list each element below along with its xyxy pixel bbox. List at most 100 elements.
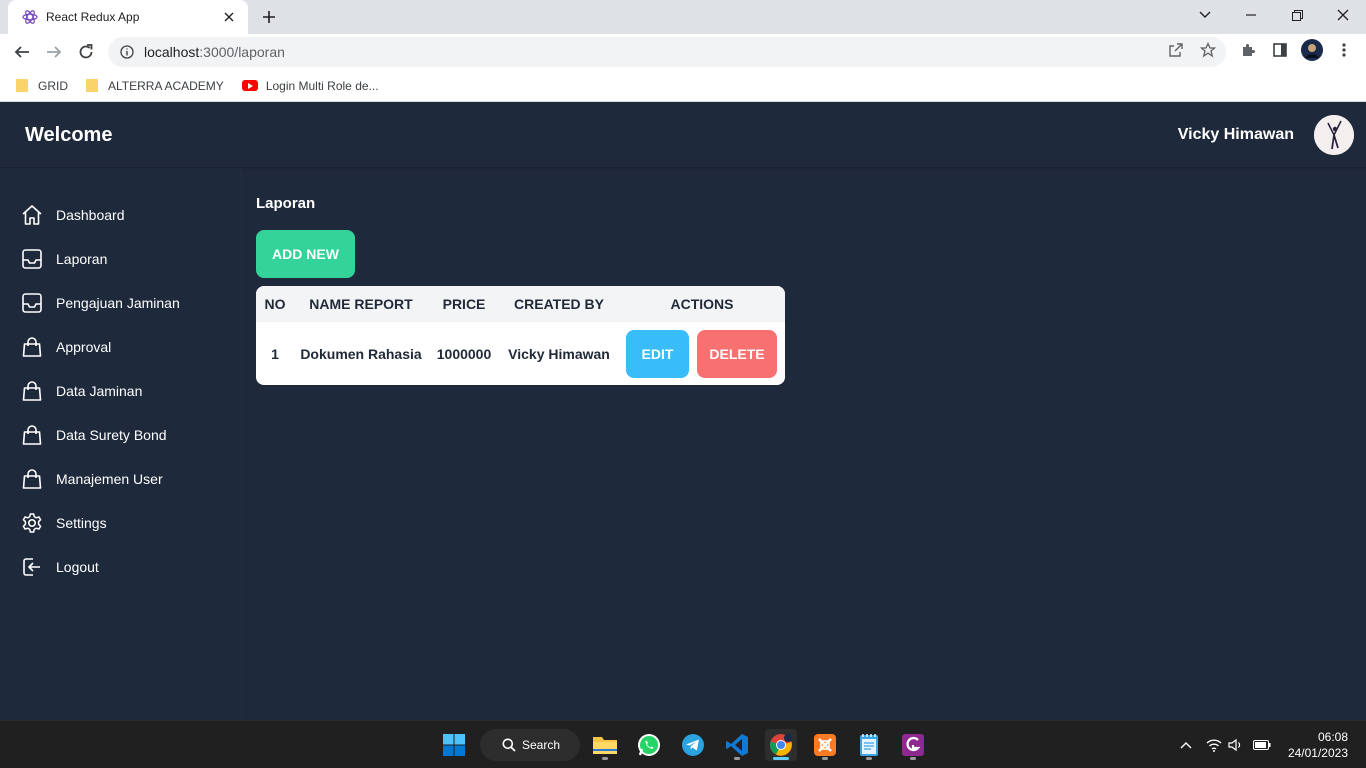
sidebar-item-label: Logout bbox=[56, 559, 99, 575]
sidebar-item-label: Data Surety Bond bbox=[56, 427, 167, 443]
browser-tab[interactable]: React Redux App bbox=[8, 0, 248, 34]
bookmark-alterra-academy[interactable]: ALTERRA ACADEMY bbox=[86, 79, 224, 93]
delete-button[interactable]: DELETE bbox=[697, 330, 777, 378]
sidebar-item-settings[interactable]: Settings bbox=[20, 509, 230, 537]
sidebar-item-dashboard[interactable]: Dashboard bbox=[20, 201, 230, 229]
wifi-icon[interactable] bbox=[1204, 735, 1224, 755]
cell-created-by: Vicky Himawan bbox=[508, 346, 610, 362]
table-header: NO NAME REPORT PRICE CREATED BY ACTIONS bbox=[256, 286, 785, 322]
windows-start-icon[interactable] bbox=[438, 729, 470, 761]
sidebar-item-data-jaminan[interactable]: Data Jaminan bbox=[20, 377, 230, 405]
share-icon[interactable] bbox=[1164, 38, 1188, 62]
folder-icon bbox=[16, 79, 28, 92]
react-favicon-icon bbox=[22, 10, 38, 24]
inbox-icon bbox=[20, 291, 44, 315]
running-indicator bbox=[822, 757, 828, 760]
whatsapp-icon[interactable] bbox=[633, 729, 665, 761]
browser-menu-icon[interactable] bbox=[1332, 38, 1356, 62]
windows-taskbar: Search 06:08 24/01/2023 bbox=[0, 720, 1366, 768]
pdf-app-icon[interactable] bbox=[897, 729, 929, 761]
sidebar-item-label: Manajemen User bbox=[56, 471, 163, 487]
search-label: Search bbox=[522, 738, 561, 752]
search-icon bbox=[502, 738, 516, 752]
youtube-icon bbox=[241, 80, 258, 91]
sidebar-item-pengajuan-jaminan[interactable]: Pengajuan Jaminan bbox=[20, 289, 230, 317]
running-indicator bbox=[734, 757, 740, 760]
tab-search-chevron-icon[interactable] bbox=[1182, 0, 1228, 30]
site-info-icon[interactable] bbox=[120, 45, 134, 59]
sidebar-item-data-surety-bond[interactable]: Data Surety Bond bbox=[20, 421, 230, 449]
add-new-button[interactable]: ADD NEW bbox=[256, 230, 355, 278]
shopping-bag-icon bbox=[20, 379, 44, 403]
bookmark-label: GRID bbox=[38, 78, 68, 93]
url-host: localhost bbox=[144, 44, 200, 60]
cell-name-report: Dokumen Rahasia bbox=[300, 346, 422, 362]
url-path: :3000/laporan bbox=[199, 44, 285, 60]
home-icon bbox=[20, 203, 44, 227]
app-header: Welcome Vicky Himawan bbox=[0, 103, 1366, 167]
chrome-icon[interactable] bbox=[765, 729, 797, 761]
edit-button[interactable]: EDIT bbox=[626, 330, 689, 378]
column-header-name-report: NAME REPORT bbox=[309, 296, 413, 312]
bookmark-label: ALTERRA ACADEMY bbox=[108, 78, 224, 93]
running-indicator bbox=[866, 757, 872, 760]
close-tab-icon[interactable] bbox=[220, 8, 238, 26]
volume-icon[interactable] bbox=[1226, 735, 1246, 755]
notepad-icon[interactable] bbox=[853, 729, 885, 761]
xampp-icon[interactable] bbox=[809, 729, 841, 761]
sidebar-item-label: Approval bbox=[56, 339, 112, 355]
logout-icon bbox=[20, 555, 44, 579]
minimize-icon[interactable] bbox=[1228, 0, 1274, 30]
profile-avatar-icon[interactable] bbox=[1300, 38, 1324, 62]
battery-icon[interactable] bbox=[1252, 735, 1272, 755]
sidebar-item-label: Dashboard bbox=[56, 207, 125, 223]
user-name: Vicky Himawan bbox=[1177, 126, 1294, 143]
laporan-table: NO NAME REPORT PRICE CREATED BY ACTIONS … bbox=[256, 286, 785, 385]
url-text: localhost:3000/laporan bbox=[144, 44, 285, 60]
side-panel-icon[interactable] bbox=[1268, 38, 1292, 62]
taskbar-search[interactable]: Search bbox=[480, 729, 580, 761]
sidebar-item-label: Pengajuan Jaminan bbox=[56, 295, 180, 311]
back-arrow-icon[interactable] bbox=[8, 38, 36, 66]
sidebar-item-logout[interactable]: Logout bbox=[20, 553, 230, 581]
sidebar-item-label: Settings bbox=[56, 515, 107, 531]
chevron-up-icon[interactable] bbox=[1176, 735, 1196, 755]
active-indicator bbox=[773, 757, 789, 760]
running-indicator bbox=[602, 757, 608, 760]
sidebar: Dashboard Laporan Pengajuan Jaminan Appr… bbox=[0, 168, 242, 720]
new-tab-button[interactable] bbox=[258, 6, 280, 28]
system-clock[interactable]: 06:08 24/01/2023 bbox=[1288, 729, 1348, 761]
column-header-no: NO bbox=[264, 296, 286, 312]
sidebar-item-manajemen-user[interactable]: Manajemen User bbox=[20, 465, 230, 493]
column-header-price: PRICE bbox=[442, 296, 486, 312]
close-window-icon[interactable] bbox=[1320, 0, 1366, 30]
avatar[interactable] bbox=[1314, 115, 1354, 155]
user-photo-icon bbox=[1314, 115, 1354, 155]
cell-no: 1 bbox=[271, 346, 279, 362]
app-title: Welcome bbox=[25, 124, 113, 146]
telegram-icon[interactable] bbox=[677, 729, 709, 761]
column-header-actions: ACTIONS bbox=[670, 296, 734, 312]
bookmark-login-multi-role[interactable]: Login Multi Role de... bbox=[241, 78, 379, 93]
browser-toolbar: localhost:3000/laporan bbox=[0, 34, 1366, 70]
file-explorer-icon[interactable] bbox=[589, 729, 621, 761]
sidebar-item-laporan[interactable]: Laporan bbox=[20, 245, 230, 273]
bookmark-star-icon[interactable] bbox=[1196, 38, 1220, 62]
vscode-icon[interactable] bbox=[721, 729, 753, 761]
bookmark-grid[interactable]: GRID bbox=[16, 79, 68, 93]
clock-date: 24/01/2023 bbox=[1287, 746, 1348, 760]
running-indicator bbox=[910, 757, 916, 760]
clock-time: 06:08 bbox=[1317, 730, 1348, 744]
sidebar-item-label: Data Jaminan bbox=[56, 383, 143, 399]
folder-icon bbox=[86, 79, 98, 92]
bookmark-label: Login Multi Role de... bbox=[265, 78, 379, 93]
sidebar-item-label: Laporan bbox=[56, 251, 108, 267]
tab-title: React Redux App bbox=[46, 10, 140, 24]
address-bar[interactable]: localhost:3000/laporan bbox=[108, 37, 1226, 67]
restore-icon[interactable] bbox=[1274, 0, 1320, 30]
shopping-bag-icon bbox=[20, 423, 44, 447]
sidebar-item-approval[interactable]: Approval bbox=[20, 333, 230, 361]
forward-arrow-icon[interactable] bbox=[40, 38, 68, 66]
reload-icon[interactable] bbox=[72, 38, 100, 66]
extensions-puzzle-icon[interactable] bbox=[1236, 38, 1260, 62]
